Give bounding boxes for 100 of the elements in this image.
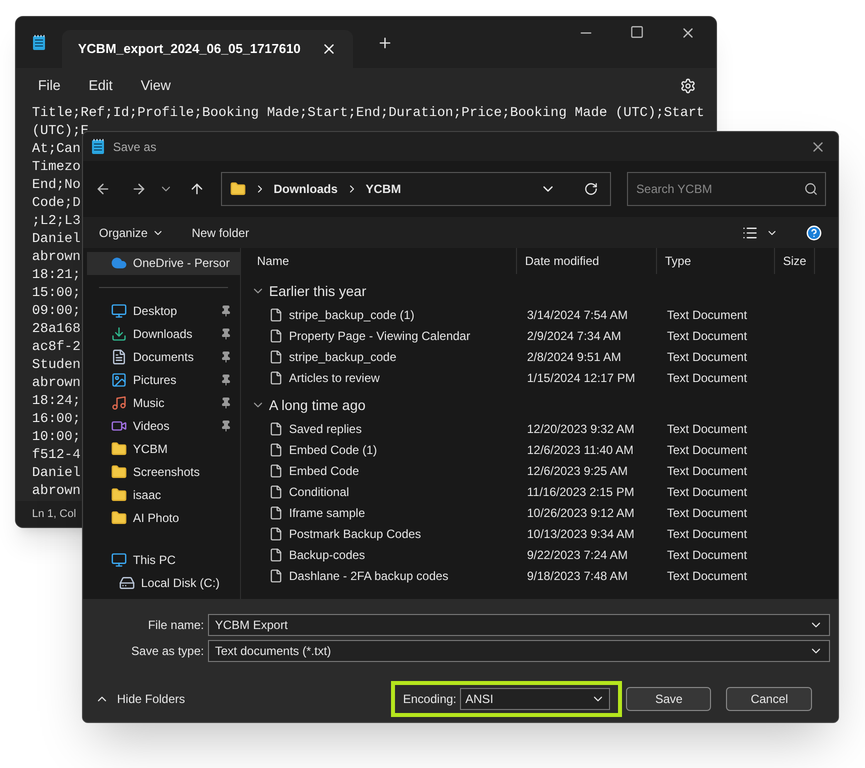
save-button[interactable]: Save [626, 687, 712, 711]
nav-item[interactable]: Music [87, 392, 240, 415]
nav-item[interactable]: This PC [87, 548, 240, 572]
view-icon[interactable] [742, 224, 758, 240]
nav-label: Desktop [133, 303, 178, 320]
column-header[interactable]: Type [657, 248, 775, 274]
back-icon[interactable] [95, 181, 111, 197]
new-folder-button[interactable]: New folder [192, 224, 250, 242]
file-row[interactable]: Postmark Backup Codes 10/13/2023 9:34 AM Text Document [249, 523, 838, 544]
file-row[interactable]: stripe_backup_code 2/8/2024 9:51 AM Text Document [249, 346, 838, 367]
file-name: Postmark Backup Codes [289, 526, 422, 542]
nav-item[interactable]: OneDrive - Persor [87, 252, 240, 275]
nav-item[interactable]: YCBM [87, 438, 240, 461]
file-icon [269, 506, 283, 520]
nav-item[interactable]: Videos [87, 414, 240, 438]
file-row[interactable]: Embed Code 12/6/2023 9:25 AM Text Document [249, 460, 838, 481]
dialog-title: Save as [113, 138, 156, 156]
nav-item[interactable]: Screenshots [87, 460, 240, 484]
desktop-icon [111, 303, 127, 320]
maximize-icon[interactable] [630, 25, 644, 39]
file-icon [269, 442, 283, 456]
nav-item[interactable]: Local Disk (C:) [87, 572, 240, 595]
file-icon [269, 328, 283, 342]
settings-icon[interactable] [680, 78, 696, 94]
up-icon[interactable] [188, 181, 205, 197]
file-date: 10/13/2023 9:34 AM [527, 526, 634, 540]
file-date: 2/8/2024 9:51 AM [527, 350, 622, 364]
column-header[interactable]: Date modified [517, 248, 657, 274]
file-row[interactable]: Backup-codes 9/22/2023 7:24 AM Text Document [249, 544, 838, 565]
column-header[interactable]: Name [249, 248, 517, 274]
file-type: Text Document [667, 526, 748, 540]
file-row[interactable]: stripe_backup_code (1) 3/14/2024 7:54 AM Text Document [249, 304, 838, 325]
file-icon [269, 548, 283, 562]
file-date: 3/14/2024 7:54 AM [527, 308, 628, 322]
picture-icon [111, 372, 127, 388]
file-icon [269, 350, 283, 364]
document-icon [111, 349, 127, 366]
file-row[interactable]: Iframe sample 10/26/2023 9:12 AM Text Document [249, 502, 838, 523]
file-type: Text Document [667, 308, 748, 322]
organize-button[interactable]: Organize [99, 224, 164, 242]
nav-label: YCBM [133, 441, 169, 458]
file-name: stripe_backup_code [289, 348, 396, 366]
menu-item[interactable]: File [28, 75, 71, 96]
nav-item[interactable]: Documents [87, 346, 240, 369]
nav-item[interactable]: isaac [87, 484, 240, 507]
new-tab-icon[interactable] [376, 34, 393, 51]
file-type: Text Document [667, 484, 748, 498]
file-date: 12/6/2023 11:40 AM [527, 442, 634, 456]
group-header[interactable]: Earlier this year [249, 278, 366, 304]
nav-label: Music [133, 395, 166, 412]
file-row[interactable]: Saved replies 12/20/2023 9:32 AM Text Document [249, 418, 838, 439]
file-type: Text Document [667, 350, 748, 364]
breadcrumb[interactable]: YCBM [366, 180, 401, 198]
file-icon [269, 308, 283, 322]
file-icon [269, 484, 283, 498]
text-line: 15:00; [32, 285, 81, 304]
text-line: 09:00; [32, 303, 81, 322]
field-label: Encoding: [403, 691, 456, 708]
text-line: 28a168 [32, 321, 81, 340]
document-tab[interactable]: YCBM_export_2024_06_05_1717610 [62, 30, 353, 68]
encoding-dropdown[interactable]: ANSI [460, 688, 610, 710]
file-name: stripe_backup_code (1) [289, 306, 414, 324]
field-label: Save as type: [130, 643, 204, 660]
file-type: Text Document [667, 548, 748, 562]
file-row[interactable]: Articles to review 1/15/2024 12:17 PM Text Document [249, 367, 838, 388]
forward-icon[interactable] [130, 181, 147, 197]
nav-item[interactable]: Pictures [87, 368, 240, 392]
search-field[interactable]: Search YCBM [627, 172, 826, 206]
nav-item[interactable]: Desktop [87, 300, 240, 323]
file-name: Iframe sample [289, 504, 366, 522]
file-name: Dashlane - 2FA backup codes [289, 568, 448, 584]
text-line: abrown [32, 483, 81, 502]
download-icon [111, 326, 127, 342]
notepad-icon [32, 34, 46, 52]
file-row[interactable]: Conditional 11/16/2023 2:15 PM Text Document [249, 481, 838, 502]
help-icon[interactable] [806, 224, 822, 240]
nav-item[interactable]: Downloads [87, 322, 240, 346]
nav-item[interactable]: AI Photo [87, 506, 240, 530]
file-icon [269, 568, 283, 582]
file-row[interactable]: Property Page - Viewing Calendar 2/9/2024 7:34 AM Text Document [249, 325, 838, 346]
text-line: 18:24; [32, 393, 81, 412]
address-bar[interactable]: Downloads YCBM [220, 172, 612, 206]
file-type-dropdown[interactable]: Text documents (*.txt) [208, 640, 830, 662]
file-row[interactable]: Dashlane - 2FA backup codes 9/18/2023 7:48 AM Text Document [249, 565, 838, 586]
file-row[interactable]: Embed Code (1) 12/6/2023 11:40 AM Text Document [249, 439, 838, 460]
folder-icon [111, 487, 127, 504]
file-name-field[interactable]: YCBM Export [208, 614, 830, 636]
file-type: Text Document [667, 568, 748, 582]
cancel-button[interactable]: Cancel [726, 687, 812, 711]
menu-item[interactable]: Edit [78, 75, 123, 96]
column-header[interactable]: Size [775, 248, 815, 274]
hide-folders-button[interactable]: Hide Folders [83, 690, 391, 708]
group-header[interactable]: A long time ago [249, 392, 366, 418]
menu-item[interactable]: View [130, 75, 181, 96]
file-name: Articles to review [289, 370, 380, 386]
refresh-icon[interactable] [584, 182, 598, 196]
text-line: (UTC);E [32, 123, 89, 142]
file-name: Conditional [289, 484, 350, 500]
breadcrumb[interactable]: Downloads [274, 180, 338, 198]
file-date: 9/22/2023 7:24 AM [527, 548, 628, 562]
